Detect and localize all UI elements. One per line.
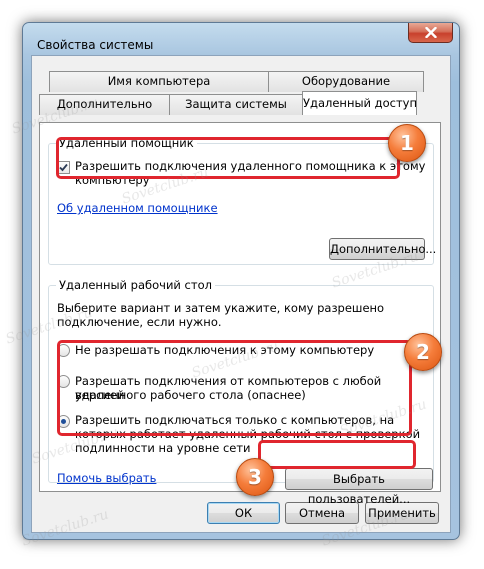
tab-hardware[interactable]: Оборудование	[268, 71, 424, 92]
tab-computer-name[interactable]: Имя компьютера	[49, 71, 269, 92]
title-bar[interactable]: Свойства системы	[23, 23, 459, 55]
highlight-remote-desktop-options	[57, 340, 412, 436]
step-marker-3: 3	[236, 458, 274, 496]
close-icon	[424, 27, 437, 38]
step-marker-2: 2	[404, 333, 442, 371]
tab-system-protection[interactable]: Защита системы	[169, 94, 303, 115]
remote-assistance-advanced-button[interactable]: Дополнительно...	[329, 238, 436, 260]
ok-button[interactable]: ОК	[207, 502, 280, 524]
help-me-choose-link[interactable]: Помочь выбрать	[57, 471, 156, 485]
tab-remote-access[interactable]: Удаленный доступ	[302, 91, 417, 115]
remote-desktop-instructions-line2: подключение, если нужно.	[57, 315, 222, 329]
tab-advanced[interactable]: Дополнительно	[39, 94, 170, 115]
step-marker-1: 1	[388, 124, 426, 162]
close-button[interactable]	[408, 23, 453, 43]
select-users-button[interactable]: Выбрать пользователей...	[285, 468, 433, 506]
highlight-remote-assistance-checkbox	[56, 137, 400, 179]
remote-desktop-group-title: Удаленный рабочий стол	[56, 278, 215, 292]
window-title: Свойства системы	[37, 38, 154, 52]
remote-desktop-instructions: Выберите вариант и затем укажите, кому р…	[57, 301, 385, 315]
highlight-select-users-button	[258, 440, 416, 469]
about-remote-assistance-link[interactable]: Об удаленном помощнике	[57, 201, 218, 215]
radio-nla-only-label-line3[interactable]: подлинности на уровне сети	[75, 441, 251, 455]
